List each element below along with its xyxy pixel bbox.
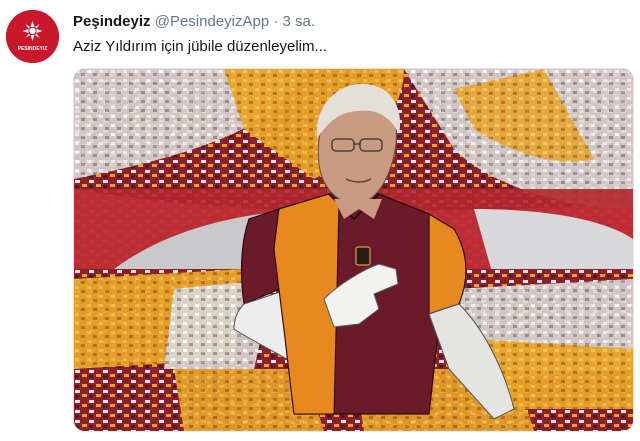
author-name[interactable]: Peşindeyiz [73, 13, 151, 30]
profile-avatar[interactable]: PESINDEYIZ [6, 10, 59, 63]
avatar-wordmark: PESINDEYIZ [18, 46, 48, 52]
tweet-text: Aziz Yıldırım için jübile düzenleyelim..… [73, 38, 327, 55]
pesindeyiz-logo-icon: PESINDEYIZ [6, 10, 59, 63]
author-handle[interactable]: @PesindeyizApp [155, 13, 269, 30]
tifo-photo [74, 69, 633, 431]
tweet-timestamp[interactable]: 3 sa. [283, 13, 316, 30]
tweet-header: Peşindeyiz @PesindeyizApp · 3 sa. [73, 12, 315, 32]
tweet-media-image[interactable] [73, 68, 634, 432]
separator: · [273, 13, 279, 30]
